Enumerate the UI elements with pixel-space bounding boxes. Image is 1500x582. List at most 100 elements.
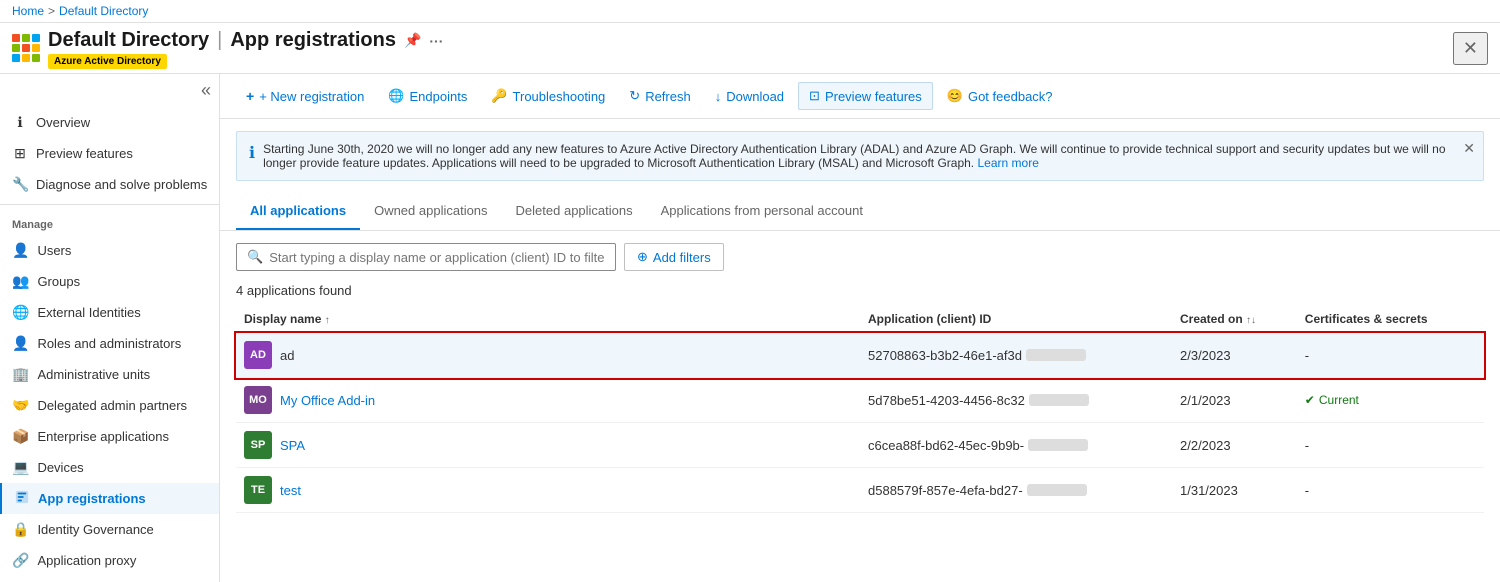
- display-name-cell: MO My Office Add-in: [236, 378, 860, 423]
- add-filter-icon: ⊕: [637, 249, 648, 265]
- table-row[interactable]: ADad52708863-b3b2-46e1-af3d2/3/2023-: [236, 333, 1484, 378]
- app-name: ad: [280, 348, 294, 363]
- download-button[interactable]: ↓ Download: [705, 84, 794, 109]
- col-client-id[interactable]: Application (client) ID: [860, 306, 1172, 333]
- sidebar-item-label: Preview features: [36, 146, 133, 161]
- groups-icon: 👥: [12, 273, 29, 290]
- sidebar-item-enterprise[interactable]: 📦 Enterprise applications: [0, 421, 219, 452]
- table-row[interactable]: MO My Office Add-in 5d78be51-4203-4456-8c3…: [236, 378, 1484, 423]
- sidebar-item-app-proxy[interactable]: 🔗 Application proxy: [0, 545, 219, 576]
- sidebar-item-roles[interactable]: 👤 Roles and administrators: [0, 328, 219, 359]
- table-section: 4 applications found Display name ↑ Appl…: [220, 283, 1500, 513]
- sidebar-item-custom-security[interactable]: 🏷 Custom security attributes (Preview): [0, 576, 219, 582]
- got-feedback-button[interactable]: 😊 Got feedback?: [937, 83, 1063, 109]
- banner-text: Starting June 30th, 2020 we will no long…: [263, 142, 1445, 170]
- cert-check-icon: ✔: [1305, 393, 1315, 407]
- refresh-button[interactable]: ↻ Refresh: [619, 83, 700, 109]
- app-avatar: SP: [244, 431, 272, 459]
- client-id: d588579f-857e-4efa-bd27-: [868, 483, 1087, 498]
- created-on-cell: 2/2/2023: [1172, 423, 1297, 468]
- pin-icon[interactable]: 📌: [404, 32, 421, 49]
- client-id-prefix: c6cea88f-bd62-45ec-9b9b-: [868, 438, 1024, 453]
- client-id-cell: d588579f-857e-4efa-bd27-: [860, 468, 1172, 513]
- add-filters-button[interactable]: ⊕ Add filters: [624, 243, 724, 271]
- sidebar-item-label: Overview: [36, 115, 90, 130]
- sidebar-item-overview[interactable]: ℹ Overview: [0, 107, 219, 138]
- tab-owned-applications[interactable]: Owned applications: [360, 193, 501, 230]
- preview-features-icon: ⊡: [809, 88, 820, 104]
- troubleshooting-button[interactable]: 🔑 Troubleshooting: [481, 83, 615, 109]
- tab-deleted-applications[interactable]: Deleted applications: [502, 193, 647, 230]
- sidebar-item-app-registrations[interactable]: App registrations: [0, 483, 219, 514]
- sidebar-item-external-identities[interactable]: 🌐 External Identities: [0, 297, 219, 328]
- app-avatar: AD: [244, 341, 272, 369]
- col-certificates: Certificates & secrets: [1297, 306, 1484, 333]
- close-button[interactable]: ✕: [1453, 32, 1488, 65]
- display-name-cell: AD ad: [236, 333, 860, 378]
- endpoints-button[interactable]: 🌐 Endpoints: [378, 83, 477, 109]
- client-id-blurred: [1026, 349, 1086, 361]
- col-created-on[interactable]: Created on ↑↓: [1172, 306, 1297, 333]
- breadcrumb-sep: >: [48, 4, 55, 18]
- troubleshooting-icon: 🔑: [491, 88, 507, 104]
- download-icon: ↓: [715, 89, 722, 104]
- new-registration-label: + New registration: [259, 89, 364, 104]
- breadcrumb-current[interactable]: Default Directory: [59, 4, 148, 18]
- app-avatar: MO: [244, 386, 272, 414]
- sidebar-item-devices[interactable]: 💻 Devices: [0, 452, 219, 483]
- created-on-cell: 1/31/2023: [1172, 468, 1297, 513]
- sidebar-item-users[interactable]: 👤 Users: [0, 235, 219, 266]
- table-row[interactable]: TEtestd588579f-857e-4efa-bd27-1/31/2023-: [236, 468, 1484, 513]
- applications-table: Display name ↑ Application (client) ID C…: [236, 306, 1484, 513]
- endpoints-label: Endpoints: [410, 89, 468, 104]
- search-box[interactable]: 🔍: [236, 243, 616, 271]
- sidebar-item-groups[interactable]: 👥 Groups: [0, 266, 219, 297]
- new-registration-button[interactable]: + + New registration: [236, 83, 374, 109]
- manage-section-label: Manage: [0, 209, 219, 235]
- sidebar-item-identity-governance[interactable]: 🔒 Identity Governance: [0, 514, 219, 545]
- tab-all-applications[interactable]: All applications: [236, 193, 360, 230]
- info-banner: ℹ Starting June 30th, 2020 we will no lo…: [236, 131, 1484, 181]
- search-icon: 🔍: [247, 249, 263, 265]
- sidebar-item-delegated[interactable]: 🤝 Delegated admin partners: [0, 390, 219, 421]
- col-display-name[interactable]: Display name ↑: [236, 306, 860, 333]
- plus-icon: +: [246, 88, 254, 104]
- breadcrumb: Home > Default Directory: [0, 0, 1500, 23]
- sidebar-item-label: Roles and administrators: [37, 336, 181, 351]
- app-name-link[interactable]: test: [280, 483, 301, 498]
- app-reg-icon: [14, 490, 30, 507]
- client-id-prefix: 5d78be51-4203-4456-8c32: [868, 393, 1025, 408]
- overview-icon: ℹ: [12, 114, 28, 131]
- tab-personal-account[interactable]: Applications from personal account: [647, 193, 877, 230]
- preview-features-button[interactable]: ⊡ Preview features: [798, 82, 933, 110]
- sidebar-collapse-btn[interactable]: «: [201, 80, 211, 101]
- sidebar-item-label: External Identities: [37, 305, 140, 320]
- client-id: 52708863-b3b2-46e1-af3d: [868, 348, 1086, 363]
- tabs: All applications Owned applications Dele…: [220, 193, 1500, 231]
- sidebar-item-diagnose[interactable]: 🔧 Diagnose and solve problems: [0, 169, 219, 200]
- client-id-blurred: [1027, 484, 1087, 496]
- banner-learn-more[interactable]: Learn more: [978, 156, 1039, 170]
- sidebar-item-label: Groups: [37, 274, 80, 289]
- more-icon[interactable]: ···: [429, 33, 443, 49]
- diagnose-icon: 🔧: [12, 176, 28, 193]
- search-input[interactable]: [269, 250, 605, 265]
- waffle-icon[interactable]: [12, 34, 40, 62]
- client-id: c6cea88f-bd62-45ec-9b9b-: [868, 438, 1088, 453]
- created-on-cell: 2/1/2023: [1172, 378, 1297, 423]
- delegated-icon: 🤝: [12, 397, 29, 414]
- feedback-icon: 😊: [947, 88, 963, 104]
- sidebar-item-preview-features[interactable]: ⊞ Preview features: [0, 138, 219, 169]
- badge-label: Azure Active Directory: [48, 54, 167, 69]
- info-icon: ℹ: [249, 143, 255, 163]
- sidebar-item-admin-units[interactable]: 🏢 Administrative units: [0, 359, 219, 390]
- app-name-link[interactable]: My Office Add-in: [280, 393, 375, 408]
- app-avatar: TE: [244, 476, 272, 504]
- table-row[interactable]: SPSPAc6cea88f-bd62-45ec-9b9b-2/2/2023-: [236, 423, 1484, 468]
- breadcrumb-home[interactable]: Home: [12, 4, 44, 18]
- sidebar-item-label: Administrative units: [37, 367, 150, 382]
- roles-icon: 👤: [12, 335, 29, 352]
- external-id-icon: 🌐: [12, 304, 29, 321]
- app-name-link[interactable]: SPA: [280, 438, 305, 453]
- banner-close-button[interactable]: ✕: [1463, 140, 1475, 157]
